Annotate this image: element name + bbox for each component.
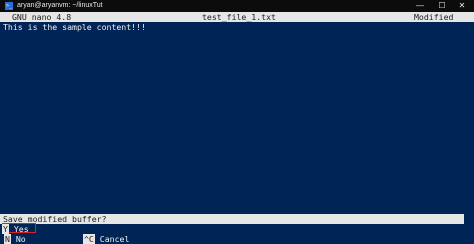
cancel-option[interactable]: ^C Cancel	[83, 234, 129, 244]
nano-header-bar: GNU nano 4.8 test_file_1.txt Modified	[0, 12, 474, 22]
window-title: aryan@aryanvm: ~/linuxTut	[17, 2, 103, 9]
yes-option-label: Yes	[13, 224, 29, 234]
nano-filename: test_file_1.txt	[202, 12, 276, 22]
no-option-label: No	[15, 234, 26, 244]
terminal-icon: >_	[5, 2, 13, 10]
yes-option[interactable]: Y Yes	[2, 224, 29, 234]
nano-version: GNU nano 4.8	[12, 12, 72, 22]
nano-modified-status: Modified	[414, 12, 454, 22]
close-button[interactable]: ✕	[452, 0, 472, 12]
yes-shortcut-key: Y	[2, 224, 9, 234]
editor-content-line[interactable]: This is the sample content!!!	[3, 22, 146, 32]
minimize-button[interactable]: —	[410, 0, 430, 12]
no-shortcut-key: N	[4, 234, 11, 244]
window-title-bar: >_ aryan@aryanvm: ~/linuxTut — ☐ ✕	[0, 0, 474, 12]
save-prompt-bar: Save modified buffer?	[0, 214, 464, 224]
no-option[interactable]: N No	[4, 234, 26, 244]
maximize-button[interactable]: ☐	[432, 0, 452, 12]
cancel-shortcut-key: ^C	[83, 234, 95, 244]
cancel-option-label: Cancel	[99, 234, 130, 244]
terminal-area[interactable]: GNU nano 4.8 test_file_1.txt Modified Th…	[0, 12, 474, 244]
